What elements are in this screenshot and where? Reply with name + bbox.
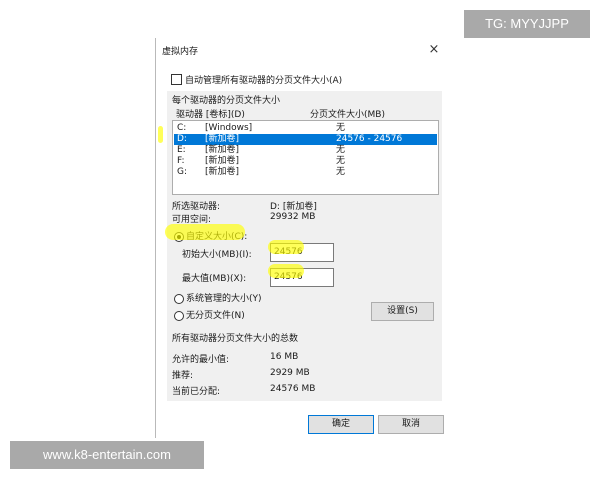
- selected-drive-value: D: [新加卷]: [270, 202, 317, 212]
- drive-size: 无: [336, 145, 346, 155]
- recommended-value: 2929 MB: [270, 368, 310, 378]
- highlight-mark-drive: [158, 126, 163, 143]
- initial-size-label: 初始大小(MB)(I):: [182, 250, 252, 260]
- free-space-value: 29932 MB: [270, 212, 316, 222]
- drive-letter: C:: [177, 123, 187, 133]
- watermark-bottom-left: www.k8-entertain.com: [10, 441, 204, 469]
- drive-row-g[interactable]: G: [新加卷] 无: [174, 167, 437, 178]
- drive-letter: D:: [177, 134, 187, 144]
- drive-size: 无: [336, 123, 346, 133]
- drive-label: [新加卷]: [205, 145, 240, 155]
- current-allocated-label: 当前已分配:: [172, 387, 221, 397]
- drive-size: 24576 - 24576: [336, 134, 403, 144]
- highlight-mark-custom: [165, 224, 245, 240]
- totals-group: 所有驱动器分页文件大小的总数 允许的最小值: 16 MB 推荐: 2929 MB…: [167, 329, 442, 401]
- no-paging-option[interactable]: 无分页文件(N): [174, 310, 245, 322]
- recommended-label: 推荐:: [172, 371, 194, 381]
- column-header-drive: 驱动器 [卷标](D): [176, 110, 245, 120]
- drive-letter: G:: [177, 167, 188, 177]
- no-paging-label: 无分页文件(N): [186, 311, 245, 321]
- drive-label: [新加卷]: [205, 134, 240, 144]
- current-allocated-value: 24576 MB: [270, 384, 316, 394]
- close-icon[interactable]: ×: [425, 41, 443, 59]
- drive-row-d[interactable]: D: [新加卷] 24576 - 24576: [174, 134, 437, 145]
- highlight-mark-initial: [268, 240, 304, 254]
- auto-manage-checkbox-row[interactable]: 自动管理所有驱动器的分页文件大小(A): [171, 73, 342, 87]
- min-allowed-label: 允许的最小值:: [172, 355, 230, 365]
- system-managed-radio[interactable]: [174, 294, 184, 304]
- min-allowed-value: 16 MB: [270, 352, 299, 362]
- selected-drive-label: 所选驱动器:: [172, 202, 221, 212]
- no-paging-radio[interactable]: [174, 311, 184, 321]
- drive-size: 无: [336, 167, 346, 177]
- totals-group-title: 所有驱动器分页文件大小的总数: [172, 334, 299, 344]
- drive-label: [新加卷]: [205, 167, 240, 177]
- ok-button[interactable]: 确定: [308, 415, 374, 434]
- drive-size: 无: [336, 156, 346, 166]
- drive-row-c[interactable]: C: [Windows] 无: [174, 123, 437, 134]
- auto-manage-checkbox[interactable]: [171, 74, 182, 85]
- max-size-label: 最大值(MB)(X):: [182, 274, 247, 284]
- highlight-mark-max: [268, 264, 304, 278]
- title-bar: 虚拟内存 ×: [156, 38, 449, 62]
- auto-manage-label: 自动管理所有驱动器的分页文件大小(A): [185, 76, 343, 86]
- set-button[interactable]: 设置(S): [371, 302, 434, 321]
- system-managed-option[interactable]: 系统管理的大小(Y): [174, 293, 262, 305]
- drive-letter: F:: [177, 156, 185, 166]
- drive-list[interactable]: C: [Windows] 无 D: [新加卷] 24576 - 24576 E:…: [172, 120, 439, 195]
- system-managed-label: 系统管理的大小(Y): [186, 294, 262, 304]
- column-header-size: 分页文件大小(MB): [310, 110, 385, 120]
- dialog-title: 虚拟内存: [162, 47, 199, 57]
- drive-letter: E:: [177, 145, 186, 155]
- drive-row-e[interactable]: E: [新加卷] 无: [174, 145, 437, 156]
- cancel-button[interactable]: 取消: [378, 415, 444, 434]
- drive-row-f[interactable]: F: [新加卷] 无: [174, 156, 437, 167]
- drive-label: [新加卷]: [205, 156, 240, 166]
- drives-group-title: 每个驱动器的分页文件大小: [172, 96, 281, 106]
- watermark-top-right: TG: MYYJJPP: [464, 10, 590, 38]
- drive-label: [Windows]: [205, 123, 253, 133]
